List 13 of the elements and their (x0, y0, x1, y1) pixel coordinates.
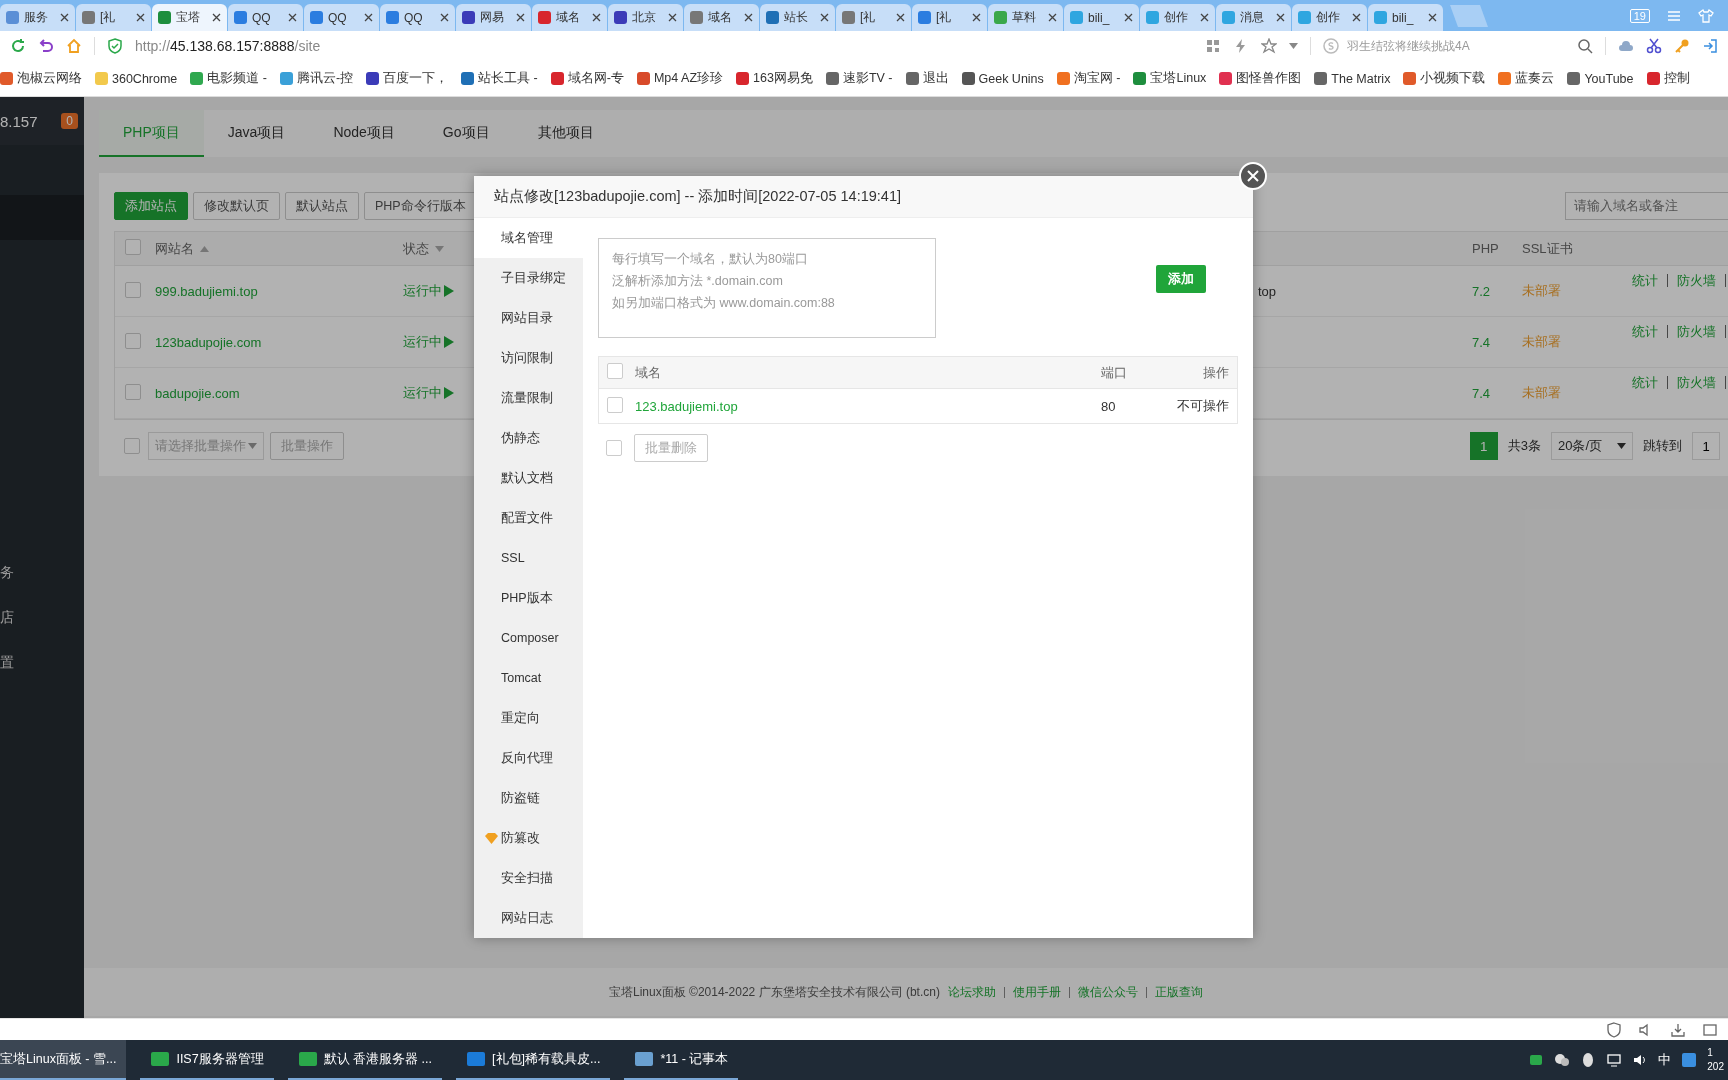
column-header: 域名 (635, 363, 662, 382)
column-header: SSL证书 (1522, 239, 1573, 258)
column-header: 端口 (1101, 363, 1128, 382)
table-cell: top (1258, 283, 1277, 299)
jump-label: 跳转到 (1643, 437, 1682, 455)
table-cell-text: 不可操作 (1176, 397, 1230, 415)
table-cell-text: 80 (1101, 398, 1117, 414)
dialog-title: 站点修改[123badupojie.com] -- 添加时间[2022-07-05 14:19:41] (494, 187, 901, 206)
total-count: 共3条 (1507, 437, 1541, 455)
column-header: 操作 (1202, 363, 1230, 382)
copyright: 宝塔Linux面板 ©2014-2022 广东堡塔安全技术有限公司 (bt.cn) (609, 983, 940, 1001)
server-address: 8.157 (0, 112, 38, 130)
column-header: PHP (1472, 241, 1499, 256)
